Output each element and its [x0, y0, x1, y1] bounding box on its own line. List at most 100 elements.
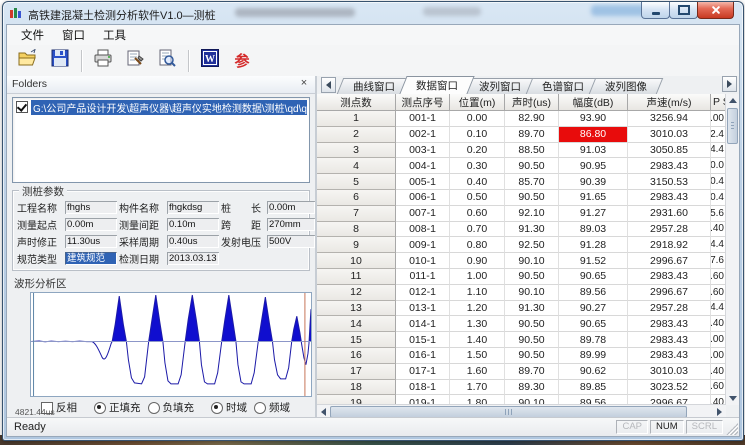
- row-header-cell[interactable]: 15: [317, 332, 396, 348]
- table-cell[interactable]: 1.60: [711, 269, 726, 285]
- table-cell[interactable]: 89.70: [505, 364, 559, 380]
- table-cell[interactable]: 1.30: [450, 316, 505, 332]
- title-bar[interactable]: 高铁建混凝土检测分析软件V1.0—测桩: [3, 2, 743, 24]
- tab-1[interactable]: 数据窗口: [403, 76, 471, 94]
- print-button[interactable]: [88, 48, 118, 74]
- table-cell[interactable]: 001-1: [396, 111, 450, 127]
- table-cell[interactable]: 6.40: [711, 364, 726, 380]
- table-row[interactable]: 18018-11.7089.3089.853023.521.60: [317, 380, 726, 396]
- table-cell[interactable]: 1.10: [450, 285, 505, 301]
- row-header-cell[interactable]: 1: [317, 111, 396, 127]
- table-cell[interactable]: 89.56: [559, 285, 628, 301]
- table-cell[interactable]: 009-1: [396, 237, 450, 253]
- horizontal-scrollbar[interactable]: [317, 404, 726, 418]
- maximize-button[interactable]: [669, 2, 698, 19]
- table-cell[interactable]: 2957.28: [628, 222, 711, 238]
- table-row[interactable]: 10010-10.9090.1091.522996.6757.6: [317, 253, 726, 269]
- table-cell[interactable]: 0.80: [450, 237, 505, 253]
- table-cell[interactable]: 0.20: [450, 143, 505, 159]
- table-cell[interactable]: 92.50: [505, 237, 559, 253]
- table-cell[interactable]: 0.00: [711, 348, 726, 364]
- table-row[interactable]: 2002-10.1089.7086.803010.03462.4: [317, 127, 726, 143]
- table-cell[interactable]: 2931.60: [628, 206, 711, 222]
- table-cell[interactable]: 0.00: [450, 111, 505, 127]
- table-cell[interactable]: 017-1: [396, 364, 450, 380]
- table-row[interactable]: 5005-10.4085.7090.393150.53230.4: [317, 174, 726, 190]
- table-cell[interactable]: 90.65: [559, 269, 628, 285]
- table-cell[interactable]: 0.40: [450, 174, 505, 190]
- close-button[interactable]: [697, 2, 734, 19]
- row-header-cell[interactable]: 4: [317, 158, 396, 174]
- table-cell[interactable]: 462.4: [711, 127, 726, 143]
- table-cell[interactable]: 1.40: [450, 332, 505, 348]
- table-cell[interactable]: 3010.03: [628, 364, 711, 380]
- table-cell[interactable]: 93.90: [559, 111, 628, 127]
- row-header-cell[interactable]: 3: [317, 143, 396, 159]
- table-cell[interactable]: 89.78: [559, 332, 628, 348]
- table-cell[interactable]: 2918.92: [628, 237, 711, 253]
- scroll-down-button[interactable]: [726, 392, 739, 405]
- table-cell[interactable]: 2983.43: [628, 316, 711, 332]
- table-cell[interactable]: 2996.67: [628, 253, 711, 269]
- table-cell[interactable]: 1.70: [450, 380, 505, 396]
- row-header-cell[interactable]: 18: [317, 380, 396, 396]
- table-cell[interactable]: 91.65: [559, 190, 628, 206]
- table-cell[interactable]: 2983.43: [628, 190, 711, 206]
- table-row[interactable]: 1001-10.0082.9093.903256.940.00: [317, 111, 726, 127]
- print-preview-button[interactable]: [152, 48, 182, 74]
- row-header-cell[interactable]: 6: [317, 190, 396, 206]
- table-cell[interactable]: 2957.28: [628, 301, 711, 317]
- table-cell[interactable]: 011-1: [396, 269, 450, 285]
- table-cell[interactable]: 40.0: [711, 158, 726, 174]
- table-cell[interactable]: 85.70: [505, 174, 559, 190]
- row-header-cell[interactable]: 5: [317, 174, 396, 190]
- table-cell[interactable]: 0.10: [450, 127, 505, 143]
- table-cell[interactable]: 014-1: [396, 316, 450, 332]
- table-cell[interactable]: 1.60: [711, 285, 726, 301]
- table-cell[interactable]: 91.28: [559, 237, 628, 253]
- table-cell[interactable]: 2983.43: [628, 158, 711, 174]
- row-header-cell[interactable]: 10: [317, 253, 396, 269]
- table-cell[interactable]: 003-1: [396, 143, 450, 159]
- table-cell[interactable]: 90.50: [505, 316, 559, 332]
- table-row[interactable]: 12012-11.1090.1089.562996.671.60: [317, 285, 726, 301]
- row-header-cell[interactable]: 2: [317, 127, 396, 143]
- row-header-cell[interactable]: 13: [317, 301, 396, 317]
- save-button[interactable]: [45, 48, 75, 74]
- table-row[interactable]: 9009-10.8092.5091.282918.9214.4: [317, 237, 726, 253]
- scroll-up-button[interactable]: [726, 94, 739, 107]
- table-cell[interactable]: 82.90: [505, 111, 559, 127]
- table-cell[interactable]: 008-1: [396, 222, 450, 238]
- table-cell[interactable]: 0.70: [450, 222, 505, 238]
- table-cell[interactable]: 90.27: [559, 301, 628, 317]
- table-cell[interactable]: 25.6: [711, 206, 726, 222]
- table-cell[interactable]: 2983.43: [628, 348, 711, 364]
- tab-scroll-left-button[interactable]: [321, 77, 336, 93]
- table-cell[interactable]: 0.90: [450, 253, 505, 269]
- row-header-cell[interactable]: 9: [317, 237, 396, 253]
- table-cell[interactable]: 14.4: [711, 143, 726, 159]
- table-cell[interactable]: 0.50: [450, 190, 505, 206]
- row-header-cell[interactable]: 17: [317, 364, 396, 380]
- table-cell[interactable]: 91.30: [505, 222, 559, 238]
- table-cell[interactable]: 90.50: [505, 332, 559, 348]
- table-cell[interactable]: 0.30: [450, 158, 505, 174]
- table-cell[interactable]: 6.40: [711, 316, 726, 332]
- row-header-cell[interactable]: 11: [317, 269, 396, 285]
- table-cell[interactable]: 90.95: [559, 158, 628, 174]
- table-row[interactable]: 3003-10.2088.5091.033050.8514.4: [317, 143, 726, 159]
- table-cell[interactable]: 2983.43: [628, 332, 711, 348]
- word-button[interactable]: W: [195, 48, 225, 74]
- freq-domain-radio[interactable]: 频域: [254, 400, 290, 415]
- folder-checkbox[interactable]: [16, 101, 28, 113]
- print-setup-button[interactable]: [120, 48, 150, 74]
- folder-list[interactable]: G:\公司产品设计开发\超声仪器\超声仪实地检测数据\测桩\qd\qd03\qd…: [12, 97, 310, 183]
- table-cell[interactable]: 14.4: [711, 301, 726, 317]
- table-cell[interactable]: 90.10: [505, 285, 559, 301]
- resize-grip[interactable]: [726, 423, 738, 435]
- minimize-button[interactable]: [641, 2, 670, 19]
- table-cell[interactable]: 006-1: [396, 190, 450, 206]
- table-cell[interactable]: 6.40: [711, 222, 726, 238]
- table-cell[interactable]: 88.50: [505, 143, 559, 159]
- table-cell[interactable]: 90.50: [505, 269, 559, 285]
